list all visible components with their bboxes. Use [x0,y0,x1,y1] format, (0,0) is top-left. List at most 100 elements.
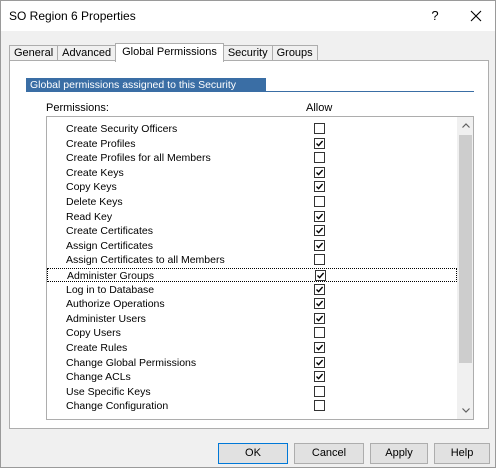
chevron-down-icon [461,408,470,413]
allow-checkbox[interactable] [315,270,326,281]
group-box-label: Global permissions assigned to this Secu… [26,78,266,105]
permission-row[interactable]: Create Security Officers [47,122,457,136]
checkmark-icon [316,227,324,234]
checkmark-icon [316,359,324,366]
permission-row[interactable]: Create Keys [47,166,457,180]
checkmark-icon [316,140,324,147]
permission-label: Create Security Officers [66,123,178,135]
permission-label: Authorize Operations [66,298,165,311]
allow-checkbox[interactable] [314,196,325,207]
permission-label: Use Specific Keys [66,385,151,398]
permission-label: Create Profiles [66,137,136,150]
title-bar: SO Region 6 Properties ? [1,1,495,31]
checkmark-icon [316,286,324,293]
permission-label: Read Key [66,210,113,223]
permission-label: Log in to Database [66,283,155,296]
permission-row[interactable]: Log in to Database [47,283,457,297]
permission-label: Create Profiles for all Members [66,152,211,165]
allow-checkbox[interactable] [314,371,325,383]
permission-row[interactable]: Create Profiles for all Members [47,151,457,165]
checkmark-icon [316,300,324,307]
window-title: SO Region 6 Properties [9,9,136,23]
tab-groups[interactable]: Groups [271,45,318,61]
tab-general[interactable]: General [9,45,59,61]
allow-checkbox[interactable] [314,210,325,222]
permission-label: Change Configuration [66,400,169,413]
close-button[interactable] [461,4,491,28]
vertical-scrollbar[interactable] [457,117,473,419]
permission-label: Change ACLs [66,371,131,384]
permission-row[interactable]: Change ACLs [47,370,457,384]
permissions-list[interactable]: Change Configuration Use Specific Keys Cha… [46,116,474,420]
allow-checkbox[interactable] [314,356,325,368]
permission-label: Administer Users [66,312,146,325]
permissions-column-header: Permissions: [46,102,109,114]
permission-row[interactable]: Change Global Permissions [47,356,457,370]
checkmark-icon [316,183,324,191]
permission-label: Create Rules [66,342,128,354]
permission-row[interactable]: Create Profiles [47,137,457,151]
permission-label: Create Certificates [66,225,153,238]
checkmark-icon [316,169,324,176]
allow-checkbox[interactable] [314,283,325,295]
allow-checkbox[interactable] [314,137,325,149]
permission-row[interactable]: Read Key [47,210,457,224]
allow-checkbox[interactable] [314,225,325,237]
permission-label: Assign Certificates [66,239,153,252]
close-icon [470,10,482,22]
allow-checkbox[interactable] [314,239,325,251]
permission-label: Administer Groups [67,270,154,282]
help-title-button[interactable]: ? [423,5,447,27]
allow-checkbox[interactable] [314,123,325,134]
permission-row[interactable]: Delete Keys [47,195,457,209]
permission-label: Assign Certificates to all Members [66,254,225,267]
tab-panel: Global permissions assigned to this Secu… [9,60,489,429]
permission-row[interactable]: Authorize Operations [47,297,457,311]
scroll-thumb[interactable] [459,135,472,363]
allow-checkbox[interactable] [314,312,325,324]
help-button[interactable]: Help [434,443,490,464]
allow-checkbox[interactable] [314,327,325,339]
checkmark-icon [316,344,324,351]
permission-label: Change Global Permissions [66,356,197,369]
tab-security[interactable]: Security [222,45,273,61]
permission-row[interactable]: Create Certificates [47,224,457,238]
allow-checkbox[interactable] [314,166,325,178]
checkmark-icon [317,272,325,279]
apply-button[interactable]: Apply [370,443,428,464]
allow-checkbox[interactable] [314,254,325,266]
checkmark-icon [316,373,324,380]
scroll-up-button[interactable] [457,117,473,134]
permission-label: Create Keys [66,166,124,179]
permission-row[interactable]: Use Specific Keys [47,385,457,399]
permission-row[interactable]: Assign Certificates [47,239,457,253]
permission-row[interactable]: Administer Users [47,312,457,326]
allow-checkbox[interactable] [314,152,325,164]
permission-row[interactable]: Copy Users [47,326,457,340]
checkmark-icon [316,315,324,322]
allow-checkbox[interactable] [314,181,325,193]
permission-row[interactable]: Copy Keys [47,180,457,194]
cancel-button[interactable]: Cancel [294,443,364,464]
permission-row[interactable]: Create Rules [47,341,457,355]
tab-advanced[interactable]: Advanced [57,45,117,61]
allow-checkbox[interactable] [314,400,325,412]
permission-label: Copy Users [66,327,121,340]
allow-checkbox[interactable] [314,385,325,397]
checkmark-icon [316,213,324,220]
permission-row[interactable]: Assign Certificates to all Members [47,253,457,267]
permission-row[interactable]: Administer Groups [47,268,457,282]
allow-column-header: Allow [306,102,333,114]
chevron-up-icon [461,123,470,128]
tab-global-permissions[interactable]: Global Permissions [115,43,224,62]
scroll-down-button[interactable] [457,402,473,419]
group-box-divider [26,91,474,92]
tab-strip: General Advanced Global Permissions Secu… [9,43,318,62]
allow-checkbox[interactable] [314,342,325,353]
permission-row[interactable]: Change Configuration [47,399,457,413]
ok-button[interactable]: OK [218,443,288,464]
properties-dialog: SO Region 6 Properties ? General Advance… [0,0,496,468]
checkmark-icon [316,242,324,249]
allow-checkbox[interactable] [314,298,325,310]
permission-label: Copy Keys [66,181,117,194]
